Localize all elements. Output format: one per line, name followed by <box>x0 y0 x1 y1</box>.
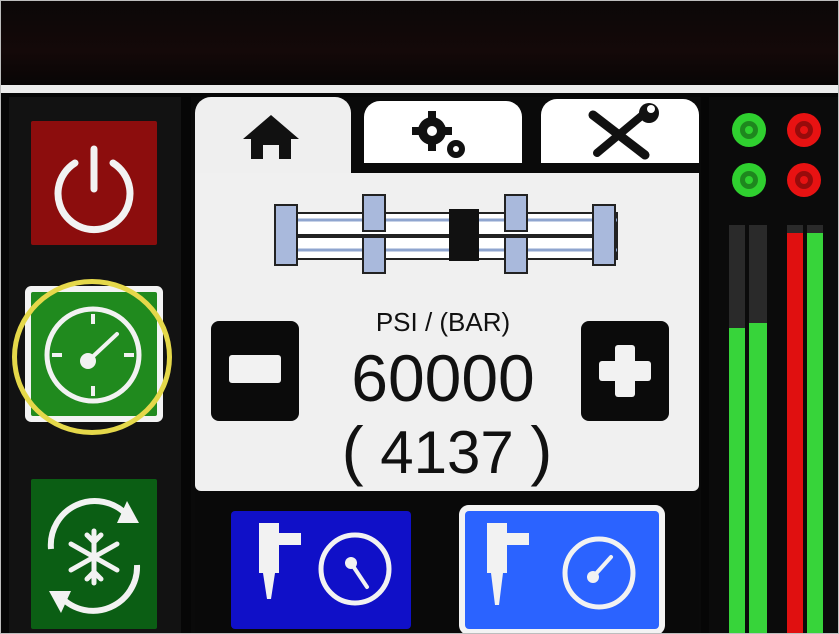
status-led-red-1 <box>787 113 821 147</box>
meter-fill <box>787 233 803 633</box>
level-meter-green-1 <box>729 225 745 633</box>
tab-settings[interactable] <box>364 101 522 163</box>
top-divider <box>1 85 838 93</box>
status-led-green-1 <box>732 113 766 147</box>
wrench-screwdriver-icon <box>588 103 659 160</box>
meter-fill <box>749 323 767 633</box>
highlight-ring <box>12 279 172 435</box>
meter-fill <box>729 327 745 633</box>
plus-icon <box>599 345 651 397</box>
nozzle-gauge-icon <box>487 523 636 610</box>
power-icon <box>54 145 134 234</box>
nozzle-gauge-icon <box>259 523 392 606</box>
level-meter-green-2 <box>749 225 767 633</box>
pressure-bar-value: 4137 <box>380 419 514 486</box>
pressure-psi-value: 60000 <box>351 341 535 415</box>
power-button[interactable] <box>31 121 157 245</box>
top-status-bar <box>1 1 838 85</box>
cylinder-diagram <box>274 194 618 274</box>
level-meter-green-3 <box>807 225 823 633</box>
meter-fill <box>807 233 823 633</box>
snowflake-cycle-icon <box>47 498 141 614</box>
mode-nozzle-button[interactable] <box>465 511 659 629</box>
open-paren: ( <box>341 413 364 487</box>
tab-tools[interactable] <box>541 99 699 163</box>
mode-spray-button[interactable] <box>231 511 411 629</box>
hmi-screen: PSI / (BAR) 60000 ( 4137 ) <box>0 0 839 634</box>
gears-icon <box>412 111 465 158</box>
decrease-pressure-button[interactable] <box>211 321 299 421</box>
increase-pressure-button[interactable] <box>581 321 669 421</box>
status-led-green-2 <box>732 163 766 197</box>
pressure-unit-label: PSI / (BAR) <box>375 307 511 337</box>
close-paren: ) <box>530 413 553 487</box>
level-meter-red <box>787 225 803 633</box>
status-led-red-2 <box>787 163 821 197</box>
pressure-bar-readout: ( 4137 ) <box>313 413 581 490</box>
cooling-button[interactable] <box>31 479 157 629</box>
minus-icon <box>229 355 281 383</box>
